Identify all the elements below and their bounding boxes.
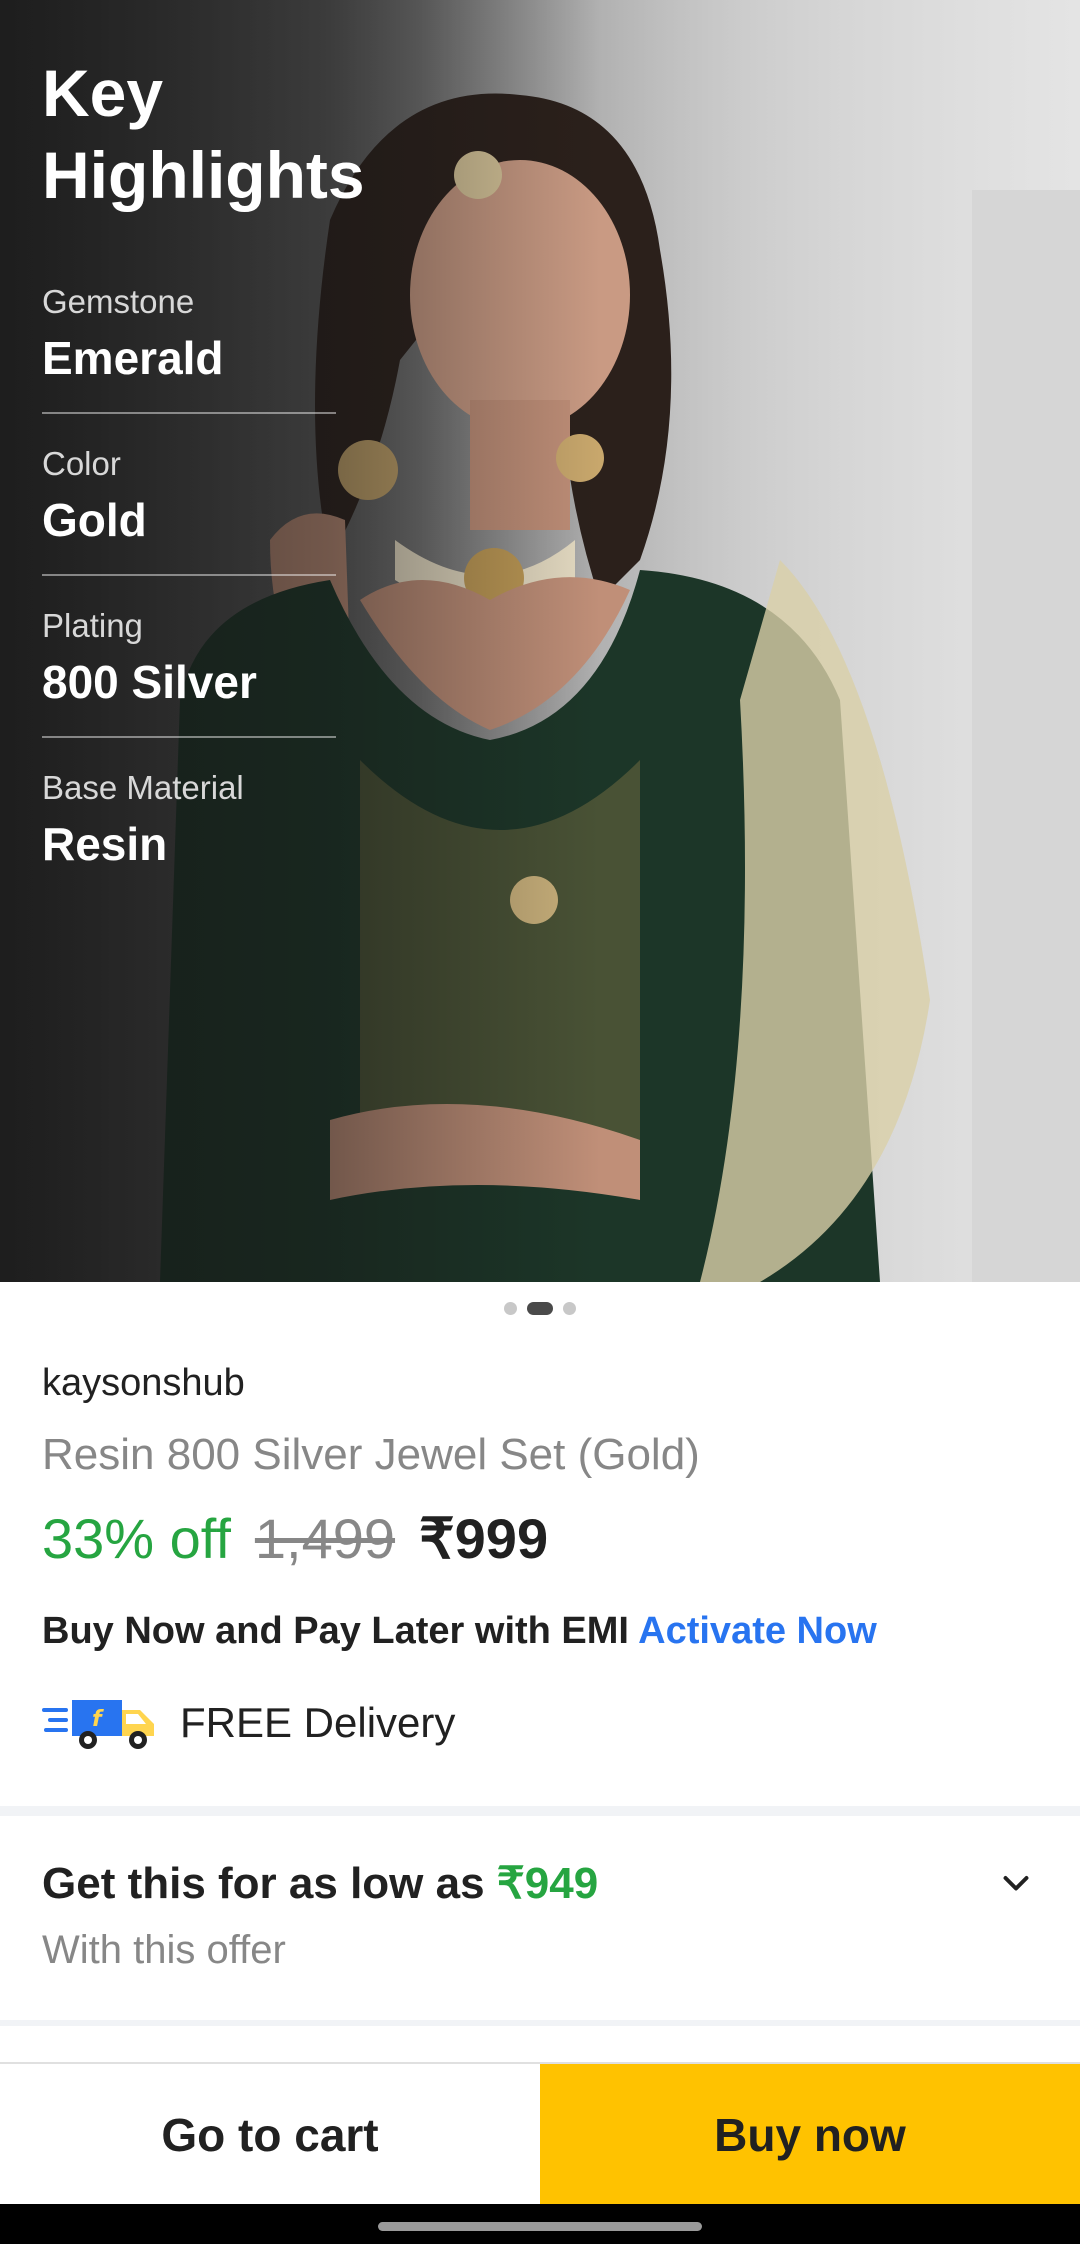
activate-now-link[interactable]: Activate Now [638, 1610, 877, 1652]
highlight-value: Gold [42, 494, 147, 546]
key-highlights-title: Key Highlights [42, 56, 365, 212]
section-divider [0, 2020, 1080, 2026]
highlight-base-material: Base Material Resin [42, 768, 336, 898]
offer-heading: Get this for as low as ₹949 [42, 1858, 598, 1909]
emi-banner: Buy Now and Pay Later with EMI Activate … [42, 1610, 877, 1653]
product-title: Resin 800 Silver Jewel Set (Gold) [42, 1430, 700, 1479]
highlight-value: Emerald [42, 332, 224, 384]
go-to-cart-button[interactable]: Go to cart [0, 2064, 540, 2206]
price-row: 33% off 1,499 ₹999 [42, 1506, 548, 1572]
chevron-down-icon[interactable] [998, 1866, 1034, 1902]
gesture-handle[interactable] [378, 2222, 702, 2231]
carousel-dot[interactable] [504, 1301, 517, 1315]
highlight-color: Color Gold [42, 444, 336, 576]
free-delivery-text: FREE Delivery [180, 1699, 456, 1746]
delivery-truck-icon: f [42, 1700, 154, 1749]
highlight-value: 800 Silver [42, 656, 257, 708]
selling-price: ₹999 [419, 1507, 549, 1570]
highlight-value: Resin [42, 818, 168, 870]
section-divider [0, 1806, 1080, 1816]
delivery-row: f FREE Delivery [42, 1694, 455, 1752]
carousel-indicator [0, 1300, 1080, 1316]
carousel-dot[interactable] [563, 1301, 576, 1315]
product-image-carousel[interactable]: Key Highlights Gemstone Emerald Color Go… [0, 0, 1080, 1282]
highlight-gemstone: Gemstone Emerald [42, 282, 336, 414]
key-highlights: Key Highlights Gemstone Emerald Color Go… [42, 52, 462, 928]
offer-price: ₹949 [496, 1859, 599, 1908]
highlight-label: Base Material [42, 769, 244, 806]
offer-text: Get this for as low as [42, 1859, 485, 1908]
highlight-label: Plating [42, 607, 143, 644]
original-price: 1,499 [254, 1507, 396, 1570]
carousel-dot-active[interactable] [527, 1301, 553, 1315]
offer-section[interactable]: Get this for as low as ₹949 With this of… [0, 1816, 1080, 2020]
emi-text: Buy Now and Pay Later with EMI [42, 1610, 629, 1652]
buy-now-button[interactable]: Buy now [540, 2064, 1080, 2206]
highlight-label: Gemstone [42, 283, 195, 320]
action-bar: Go to cart Buy now [0, 2062, 1080, 2206]
highlight-label: Color [42, 445, 121, 482]
discount-percent: 33% off [42, 1507, 231, 1570]
offer-subtext: With this offer [42, 1928, 286, 1972]
highlight-plating: Plating 800 Silver [42, 606, 336, 738]
seller-name[interactable]: kaysonshub [42, 1362, 245, 1405]
